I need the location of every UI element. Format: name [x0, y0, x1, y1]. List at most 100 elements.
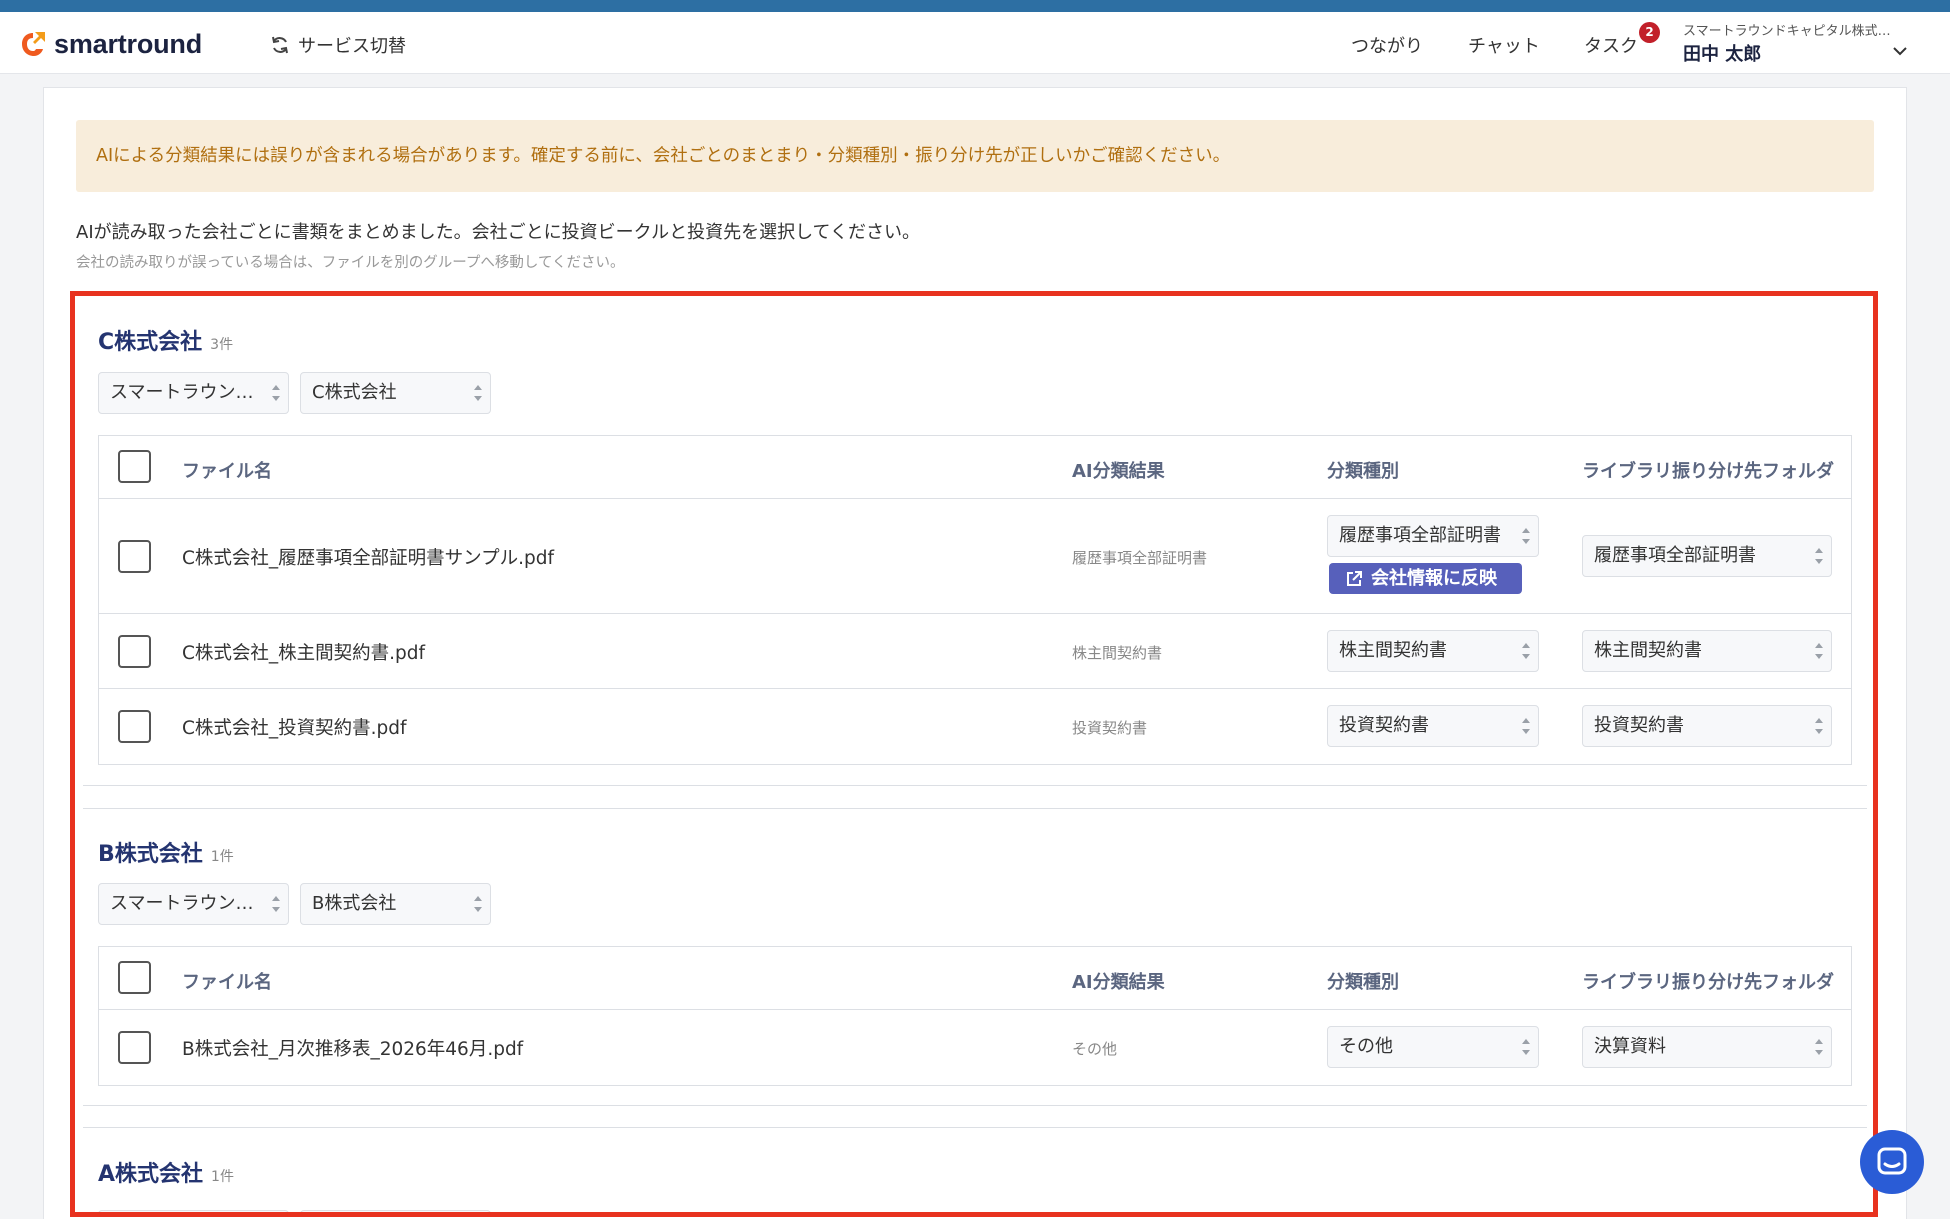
brand-name: smartround — [54, 28, 203, 59]
select-arrows-icon — [1815, 1039, 1823, 1055]
nav-connections[interactable]: つながり — [1351, 32, 1423, 58]
folder-select-value: 投資契約書 — [1594, 715, 1684, 736]
select-arrows-icon — [1815, 643, 1823, 659]
category-select[interactable]: その他 — [1327, 1026, 1539, 1068]
file-count: 1件 — [210, 849, 234, 865]
company-name: A株式会社 — [98, 1162, 204, 1187]
select-arrows-icon — [1522, 528, 1530, 544]
header-file-name: ファイル名 — [182, 972, 272, 993]
header-folder: ライブラリ振り分け先フォルダ — [1582, 461, 1834, 482]
file-name: C株式会社_株主間契約書.pdf — [182, 643, 426, 664]
folder-select-value: 決算資料 — [1594, 1036, 1666, 1057]
company-groups-highlight: C株式会社 3件 スマートラウン… C株式会社 ファイル名 AI分類結果 分類種別… — [70, 291, 1878, 1217]
table-row: C株式会社_履歴事項全部証明書サンプル.pdf 履歴事項全部証明書 履歴事項全部… — [99, 499, 1851, 614]
select-arrows-icon — [1815, 548, 1823, 564]
folder-select[interactable]: 決算資料 — [1582, 1026, 1832, 1068]
vehicle-select[interactable]: スマートラウン… — [98, 883, 289, 925]
ai-result: 履歴事項全部証明書 — [1072, 549, 1208, 567]
company-select[interactable]: B株式会社 — [300, 883, 491, 925]
table-header: ファイル名 AI分類結果 分類種別 ライブラリ振り分け先フォルダ — [99, 436, 1851, 499]
select-all-checkbox[interactable] — [118, 450, 151, 483]
folder-select[interactable]: 履歴事項全部証明書 — [1582, 535, 1832, 577]
app-header: smartround サービス切替 つながり チャット タスク 2 スマートラウ… — [0, 12, 1950, 74]
reflect-button-label: 会社情報に反映 — [1371, 568, 1497, 589]
table-header: ファイル名 AI分類結果 分類種別 ライブラリ振り分け先フォルダ — [99, 947, 1851, 1010]
category-select[interactable]: 株主間契約書 — [1327, 630, 1539, 672]
folder-select[interactable]: 投資契約書 — [1582, 705, 1832, 747]
ai-warning-banner: AIによる分類結果には誤りが含まれる場合があります。確定する前に、会社ごとのまと… — [76, 120, 1874, 192]
ai-result: その他 — [1072, 1040, 1118, 1058]
header-folder: ライブラリ振り分け先フォルダ — [1582, 972, 1834, 993]
vehicle-select[interactable]: スマートラウン… — [98, 372, 289, 414]
file-count: 3件 — [210, 337, 234, 353]
refresh-icon — [272, 36, 288, 54]
category-select-value: その他 — [1339, 1036, 1393, 1057]
select-arrows-icon — [474, 896, 482, 912]
category-select-value: 履歴事項全部証明書 — [1339, 525, 1501, 546]
category-select-value: 投資契約書 — [1339, 715, 1429, 736]
intro-text: AIが読み取った会社ごとに書類をまとめました。会社ごとに投資ビークルと投資先を選… — [76, 222, 920, 243]
nav-tasks[interactable]: タスク — [1584, 32, 1638, 58]
user-name[interactable]: 田中 太郎 — [1683, 40, 1761, 66]
service-switch-label: サービス切替 — [298, 36, 406, 57]
vehicle-select-value: スマートラウン… — [110, 382, 254, 403]
company-select-value: B株式会社 — [312, 893, 397, 914]
table-row: C株式会社_投資契約書.pdf 投資契約書 投資契約書 投資契約書 — [99, 689, 1851, 764]
company-group-b: B株式会社 1件 スマートラウン… B株式会社 ファイル名 AI分類結果 分類種別… — [75, 808, 1873, 1108]
ai-result: 投資契約書 — [1072, 719, 1148, 737]
nav-chat[interactable]: チャット — [1468, 32, 1540, 58]
brand-logo[interactable]: smartround — [18, 28, 202, 60]
top-accent-bar — [0, 0, 1950, 12]
select-arrows-icon — [474, 385, 482, 401]
file-name: C株式会社_履歴事項全部証明書サンプル.pdf — [182, 548, 554, 569]
select-arrows-icon — [272, 385, 280, 401]
file-table: ファイル名 AI分類結果 分類種別 ライブラリ振り分け先フォルダ C株式会社_履… — [98, 435, 1852, 765]
reflect-company-info-button[interactable]: 会社情報に反映 — [1329, 563, 1522, 594]
file-table: ファイル名 AI分類結果 分類種別 ライブラリ振り分け先フォルダ B株式会社_月… — [98, 946, 1852, 1086]
header-file-name: ファイル名 — [182, 461, 272, 482]
company-select[interactable]: C株式会社 — [300, 372, 491, 414]
hint-text: 会社の読み取りが誤っている場合は、ファイルを別のグループへ移動してください。 — [76, 255, 625, 271]
vehicle-select-value: スマートラウン… — [110, 893, 254, 914]
group-title: C株式会社 3件 — [98, 324, 233, 356]
organization-name[interactable]: スマートラウンドキャピタル株式… — [1683, 20, 1895, 39]
smartround-logo-icon — [22, 32, 45, 56]
company-select-value: C株式会社 — [312, 382, 397, 403]
select-arrows-icon — [1522, 643, 1530, 659]
folder-select[interactable]: 株主間契約書 — [1582, 630, 1832, 672]
ai-result: 株主間契約書 — [1072, 644, 1163, 662]
select-all-checkbox[interactable] — [118, 961, 151, 994]
group-title: B株式会社 1件 — [98, 836, 234, 868]
select-arrows-icon — [1522, 1039, 1530, 1055]
row-checkbox[interactable] — [118, 1031, 151, 1064]
file-name: B株式会社_月次推移表_2026年46月.pdf — [182, 1039, 524, 1060]
table-row: B株式会社_月次推移表_2026年46月.pdf その他 その他 決算資料 — [99, 1010, 1851, 1085]
chat-icon — [1877, 1147, 1907, 1175]
header-ai-result: AI分類結果 — [1072, 461, 1165, 482]
select-arrows-icon — [1815, 718, 1823, 734]
company-name: B株式会社 — [98, 842, 203, 867]
group-divider — [83, 785, 1867, 786]
company-group-c: C株式会社 3件 スマートラウン… C株式会社 ファイル名 AI分類結果 分類種別… — [75, 296, 1873, 790]
category-select-value: 株主間契約書 — [1339, 640, 1447, 661]
company-group-a: A株式会社 1件 — [75, 1127, 1873, 1212]
header-category: 分類種別 — [1327, 972, 1399, 993]
select-arrows-icon — [1522, 718, 1530, 734]
chevron-down-icon[interactable] — [1892, 46, 1908, 56]
row-checkbox[interactable] — [118, 710, 151, 743]
table-row: C株式会社_株主間契約書.pdf 株主間契約書 株主間契約書 株主間契約書 — [99, 614, 1851, 689]
service-switch-button[interactable]: サービス切替 — [270, 32, 406, 58]
vehicle-select[interactable] — [98, 1210, 289, 1212]
file-name: C株式会社_投資契約書.pdf — [182, 718, 407, 739]
folder-select-value: 履歴事項全部証明書 — [1594, 545, 1756, 566]
external-link-icon — [1347, 571, 1362, 586]
category-select[interactable]: 履歴事項全部証明書 — [1327, 515, 1539, 557]
category-select[interactable]: 投資契約書 — [1327, 705, 1539, 747]
company-select[interactable] — [300, 1210, 491, 1212]
company-name: C株式会社 — [98, 330, 203, 355]
folder-select-value: 株主間契約書 — [1594, 640, 1702, 661]
group-title: A株式会社 1件 — [98, 1156, 234, 1188]
row-checkbox[interactable] — [118, 540, 151, 573]
row-checkbox[interactable] — [118, 635, 151, 668]
support-chat-button[interactable] — [1860, 1130, 1924, 1194]
